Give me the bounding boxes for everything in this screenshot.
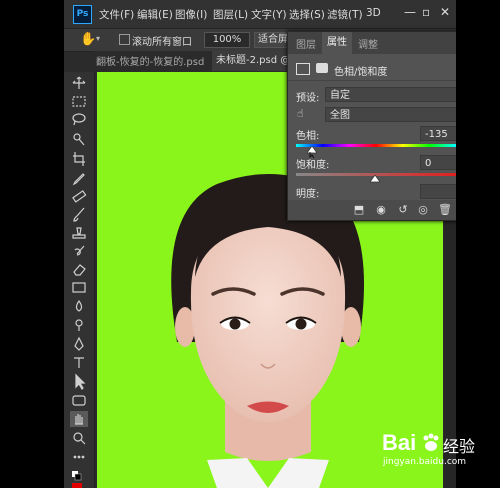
delete-icon[interactable]: 🗑 bbox=[438, 203, 452, 217]
mask-icon[interactable] bbox=[316, 63, 328, 73]
menu-filter[interactable]: 滤镜(T) bbox=[327, 7, 363, 22]
saturation-value-field[interactable]: 0 bbox=[420, 155, 456, 170]
panel-title: 色相/饱和度 bbox=[334, 67, 388, 78]
minimize-icon[interactable]: — bbox=[404, 5, 416, 19]
right-iris-shape bbox=[295, 318, 307, 330]
menu-edit[interactable]: 编辑(E) bbox=[137, 7, 173, 22]
adjustment-layer-icon bbox=[296, 63, 310, 75]
shirt-collar-shape bbox=[207, 458, 268, 488]
tab-layers[interactable]: 图层 bbox=[296, 36, 316, 51]
move-tool-icon[interactable] bbox=[72, 76, 86, 89]
shirt-collar-right-shape bbox=[268, 458, 329, 488]
hand-tool-icon[interactable] bbox=[70, 411, 88, 427]
menu-type[interactable]: 文字(Y) bbox=[251, 7, 287, 22]
foreground-color-swatch[interactable] bbox=[72, 483, 82, 488]
view-previous-icon[interactable]: ◉ bbox=[374, 203, 388, 217]
blur-tool-icon[interactable] bbox=[75, 299, 83, 312]
gradient-tool-icon[interactable] bbox=[72, 282, 86, 293]
tools-panel bbox=[64, 72, 95, 488]
more-tools-icon[interactable] bbox=[73, 455, 85, 459]
hue-slider-track[interactable] bbox=[296, 144, 456, 147]
hue-label: 色相: bbox=[296, 131, 320, 142]
zoom-field[interactable]: 100% bbox=[204, 32, 250, 48]
scroll-all-label: 滚动所有窗口 bbox=[132, 37, 192, 48]
quick-selection-icon[interactable] bbox=[73, 133, 85, 146]
properties-panel: 图层 属性 调整 色相/饱和度 预设: 自定 ☝ 全图 色相: -135 饱和度… bbox=[287, 31, 456, 221]
lasso-tool-icon[interactable] bbox=[72, 113, 86, 126]
swap-colors-icon[interactable] bbox=[72, 471, 82, 481]
hand-tool-preset-icon[interactable]: ✋ bbox=[80, 32, 96, 47]
crop-tool-icon[interactable] bbox=[73, 152, 85, 166]
paw-icon bbox=[423, 433, 439, 451]
channel-dropdown[interactable]: 全图 bbox=[325, 107, 456, 122]
rectangle-tool-icon[interactable] bbox=[72, 395, 86, 406]
photoshop-logo: Ps bbox=[73, 5, 92, 24]
close-icon[interactable]: ✕ bbox=[440, 5, 450, 19]
hue-value-field[interactable]: -135 bbox=[420, 126, 456, 141]
brush-tool-icon[interactable] bbox=[73, 207, 85, 222]
preset-dropdown[interactable]: 自定 bbox=[325, 87, 456, 102]
zoom-tool-icon[interactable] bbox=[73, 432, 86, 445]
restore-icon[interactable]: ▫ bbox=[422, 5, 430, 19]
left-iris-shape bbox=[229, 318, 241, 330]
panel-footer: ⬒ ◉ ↺ ◎ 🗑 bbox=[288, 200, 456, 220]
healing-brush-icon[interactable] bbox=[72, 190, 87, 203]
doc-tab-1[interactable]: 翻板-恢复的-恢复的.psd bbox=[96, 53, 204, 68]
targeted-adjust-hand-icon[interactable]: ☝ bbox=[297, 107, 304, 120]
saturation-slider-thumb[interactable] bbox=[370, 175, 380, 183]
tab-properties[interactable]: 属性 bbox=[322, 32, 352, 54]
pen-tool-icon[interactable] bbox=[74, 336, 84, 351]
tab-adjustments[interactable]: 调整 bbox=[358, 36, 378, 51]
menu-3d[interactable]: 3D bbox=[366, 7, 381, 19]
photoshop-window: Ps 文件(F) 编辑(E) 图像(I) 图层(L) 文字(Y) 选择(S) 滤… bbox=[64, 0, 456, 488]
baidu-jingyan-watermark: Bai 经验 jingyan.baidu.com bbox=[380, 430, 480, 470]
eyedropper-icon[interactable] bbox=[72, 173, 85, 186]
menu-layer[interactable]: 图层(L) bbox=[213, 7, 248, 22]
menu-bar: Ps 文件(F) 编辑(E) 图像(I) 图层(L) 文字(Y) 选择(S) 滤… bbox=[64, 0, 456, 28]
lightness-value-field[interactable] bbox=[420, 184, 456, 199]
watermark-url: jingyan.baidu.com bbox=[383, 457, 467, 467]
saturation-label: 饱和度: bbox=[296, 160, 330, 171]
type-tool-icon[interactable] bbox=[74, 357, 84, 368]
menu-select[interactable]: 选择(S) bbox=[289, 7, 325, 22]
preset-dropdown-icon[interactable]: ▾ bbox=[96, 34, 100, 43]
history-brush-icon[interactable] bbox=[74, 245, 85, 256]
clone-stamp-icon[interactable] bbox=[72, 227, 86, 239]
menu-file[interactable]: 文件(F) bbox=[99, 7, 134, 22]
lightness-label: 明度: bbox=[296, 189, 320, 200]
watermark-brand: Bai bbox=[382, 430, 417, 455]
eraser-tool-icon[interactable] bbox=[73, 264, 86, 276]
path-selection-icon[interactable] bbox=[75, 373, 86, 390]
reset-icon[interactable]: ↺ bbox=[396, 203, 410, 217]
visibility-icon[interactable]: ◎ bbox=[416, 203, 430, 217]
marquee-tool-icon[interactable] bbox=[72, 96, 86, 107]
watermark-product: 经验 bbox=[443, 437, 476, 456]
scroll-all-checkbox[interactable] bbox=[119, 34, 130, 45]
clip-to-layer-icon[interactable]: ⬒ bbox=[352, 203, 366, 217]
menu-image[interactable]: 图像(I) bbox=[175, 7, 207, 22]
panel-tabs: 图层 属性 调整 bbox=[288, 32, 456, 54]
tools-icons bbox=[70, 76, 88, 488]
face-shape bbox=[190, 220, 346, 422]
dodge-tool-icon[interactable] bbox=[75, 319, 83, 331]
preset-label: 预设: bbox=[296, 93, 320, 104]
